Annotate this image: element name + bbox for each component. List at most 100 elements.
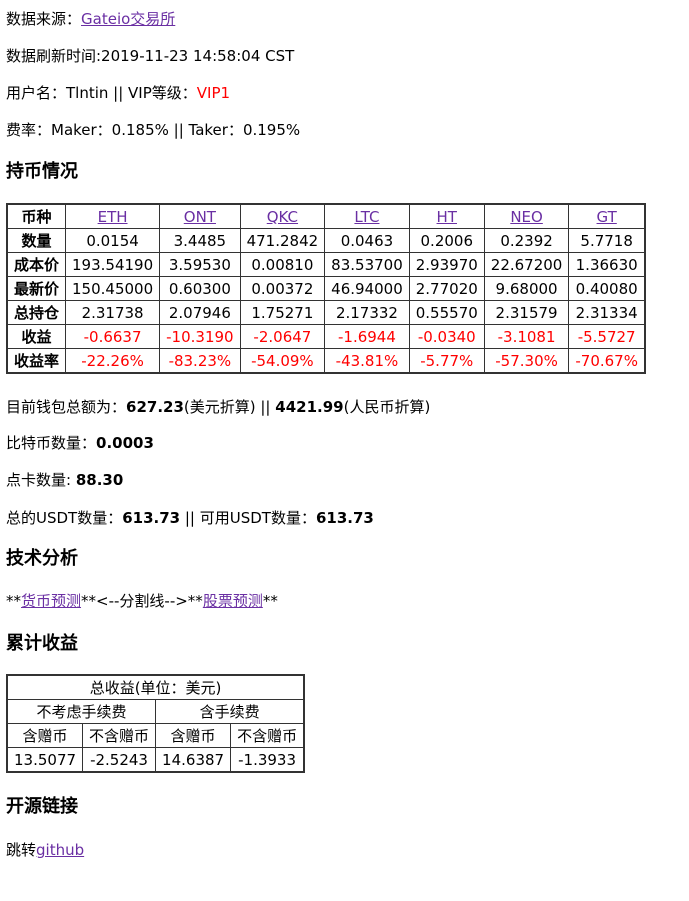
- holdings-cell: 2.77020: [408, 276, 485, 301]
- holdings-cell: 0.0463: [324, 228, 410, 253]
- profit-value: -2.5243: [82, 747, 157, 773]
- user-line: 用户名：Tlntin || VIP等级：VIP1: [6, 83, 230, 103]
- points-label: 点卡数量:: [6, 471, 76, 489]
- holdings-cell: -1.6944: [324, 324, 410, 349]
- profit-group-with-fee: 含手续费: [155, 699, 305, 724]
- coin-link-neo[interactable]: NEO: [510, 208, 543, 226]
- source-label: 数据来源：: [6, 10, 82, 28]
- opensource-prefix: 跳转: [6, 841, 37, 859]
- coin-header-cell: QKC: [239, 203, 326, 229]
- profit-sub-header: 不含赠币: [82, 723, 157, 748]
- github-link[interactable]: github: [36, 841, 84, 859]
- holdings-cell: 0.60300: [159, 276, 241, 301]
- btc-label: 比特币数量：: [6, 434, 97, 452]
- holdings-cell: 0.55570: [408, 300, 485, 325]
- btc-value: 0.0003: [96, 434, 154, 452]
- analysis-heading: 技术分析: [6, 548, 78, 569]
- holdings-cell: -0.6637: [65, 324, 161, 349]
- holdings-cell: -54.09%: [239, 348, 326, 374]
- profit-group-no-fee: 不考虑手续费: [6, 699, 157, 724]
- holdings-cell: 471.2842: [239, 228, 326, 253]
- source-line: 数据来源：Gateio交易所: [6, 9, 175, 29]
- wallet-cny: 4421.99: [275, 398, 344, 416]
- holdings-row-label: 收益率: [6, 348, 67, 374]
- wallet-line: 目前钱包总额为：627.23(美元折算) || 4421.99(人民币折算): [6, 397, 430, 417]
- holdings-cell: 1.36630: [568, 252, 646, 277]
- holdings-cell: 2.07946: [159, 300, 241, 325]
- holdings-cell: 2.31579: [483, 300, 570, 325]
- holdings-cell: 150.45000: [65, 276, 161, 301]
- points-value: 88.30: [75, 471, 124, 489]
- holdings-cell: -57.30%: [483, 348, 570, 374]
- holdings-header-row: 币种 ETH ONT QKC LTC HT NEO GT: [6, 203, 646, 229]
- profit-caption-row: 总收益(单位：美元): [6, 674, 305, 700]
- profit-value: -1.3933: [230, 747, 305, 773]
- holdings-row: 数量 0.0154 3.4485 471.2842 0.0463 0.2006 0.2392…: [6, 228, 646, 253]
- profit-value-row: 13.5077 -2.5243 14.6387 -1.3933: [6, 747, 305, 773]
- holdings-row-label: 最新价: [6, 276, 67, 301]
- holdings-cell: 46.94000: [324, 276, 410, 301]
- holdings-cell: 0.40080: [568, 276, 646, 301]
- holdings-cell: 0.2006: [408, 228, 485, 253]
- usdt-available: 613.73: [315, 509, 374, 527]
- coin-link-ltc[interactable]: LTC: [354, 208, 379, 226]
- holdings-table: 币种 ETH ONT QKC LTC HT NEO GT 数量 0.0154 3.4485 471.2…: [6, 203, 646, 374]
- holdings-row-label: 币种: [6, 203, 67, 229]
- profit-sub-header: 含赠币: [6, 723, 84, 748]
- holdings-row-label: 数量: [6, 228, 67, 253]
- holdings-cell: -2.0647: [239, 324, 326, 349]
- holdings-cell: 193.54190: [65, 252, 161, 277]
- coin-link-gt[interactable]: GT: [597, 208, 617, 226]
- currency-forecast-link[interactable]: 货币预测: [21, 592, 81, 610]
- coin-link-qkc[interactable]: QKC: [267, 208, 298, 226]
- holdings-row: 最新价 150.45000 0.60300 0.00372 46.94000 2.7702…: [6, 276, 646, 301]
- holdings-cell: -5.77%: [408, 348, 485, 374]
- profit-value: 13.5077: [6, 747, 84, 773]
- holdings-row-label: 总持仓: [6, 300, 67, 325]
- holdings-row: 收益 -0.6637 -10.3190 -2.0647 -1.6944 -0.0340 -3…: [6, 324, 646, 349]
- stock-forecast-link[interactable]: 股票预测: [203, 592, 263, 610]
- wallet-usd: 627.23: [126, 398, 184, 416]
- holdings-row-label: 收益: [6, 324, 67, 349]
- holdings-cell: -0.0340: [408, 324, 485, 349]
- holdings-cell: 0.2392: [483, 228, 570, 253]
- coin-header-cell: ONT: [159, 203, 241, 229]
- vip-level: VIP1: [196, 84, 231, 102]
- holdings-cell: -22.26%: [65, 348, 161, 374]
- btc-line: 比特币数量：0.0003: [6, 433, 154, 453]
- profit-table: 总收益(单位：美元) 不考虑手续费 含手续费 含赠币 不含赠币 含赠币 不含赠币…: [6, 674, 306, 773]
- opensource-line: 跳转github: [6, 840, 84, 860]
- holdings-cell: -3.1081: [483, 324, 570, 349]
- analysis-post: **: [262, 592, 278, 610]
- usdt-total-label: 总的USDT数量：: [6, 509, 123, 527]
- coin-link-ht[interactable]: HT: [437, 208, 457, 226]
- holdings-cell: 2.17332: [324, 300, 410, 325]
- points-line: 点卡数量: 88.30: [6, 470, 123, 490]
- coin-header-cell: ETH: [65, 203, 161, 229]
- opensource-heading: 开源链接: [6, 796, 78, 817]
- profit-sub-row: 含赠币 不含赠币 含赠币 不含赠币: [6, 723, 305, 748]
- coin-link-eth[interactable]: ETH: [98, 208, 128, 226]
- holdings-cell: 2.93970: [408, 252, 485, 277]
- holdings-cell: 83.53700: [324, 252, 410, 277]
- wallet-label: 目前钱包总额为：: [6, 398, 127, 416]
- holdings-cell: 5.7718: [568, 228, 646, 253]
- wallet-usd-suffix: (美元折算) ||: [183, 398, 276, 416]
- holdings-cell: -10.3190: [159, 324, 241, 349]
- usdt-available-label: || 可用USDT数量：: [180, 509, 316, 527]
- holdings-cell: 0.00810: [239, 252, 326, 277]
- usdt-line: 总的USDT数量：613.73 || 可用USDT数量：613.73: [6, 508, 374, 528]
- holdings-cell: -70.67%: [568, 348, 646, 374]
- holdings-row-label: 成本价: [6, 252, 67, 277]
- user-text: 用户名：Tlntin || VIP等级：: [6, 84, 197, 102]
- holdings-row: 总持仓 2.31738 2.07946 1.75271 2.17332 0.55570 2.…: [6, 300, 646, 325]
- holdings-cell: 2.31334: [568, 300, 646, 325]
- holdings-row: 收益率 -22.26% -83.23% -54.09% -43.81% -5.77% -57…: [6, 348, 646, 374]
- holdings-cell: 3.59530: [159, 252, 241, 277]
- profit-sub-header: 含赠币: [155, 723, 232, 748]
- gateio-link[interactable]: Gateio交易所: [81, 10, 175, 28]
- coin-link-ont[interactable]: ONT: [184, 208, 216, 226]
- profit-sub-header: 不含赠币: [230, 723, 305, 748]
- refresh-time: 数据刷新时间:2019-11-23 14:58:04 CST: [6, 47, 295, 65]
- coin-header-cell: LTC: [324, 203, 410, 229]
